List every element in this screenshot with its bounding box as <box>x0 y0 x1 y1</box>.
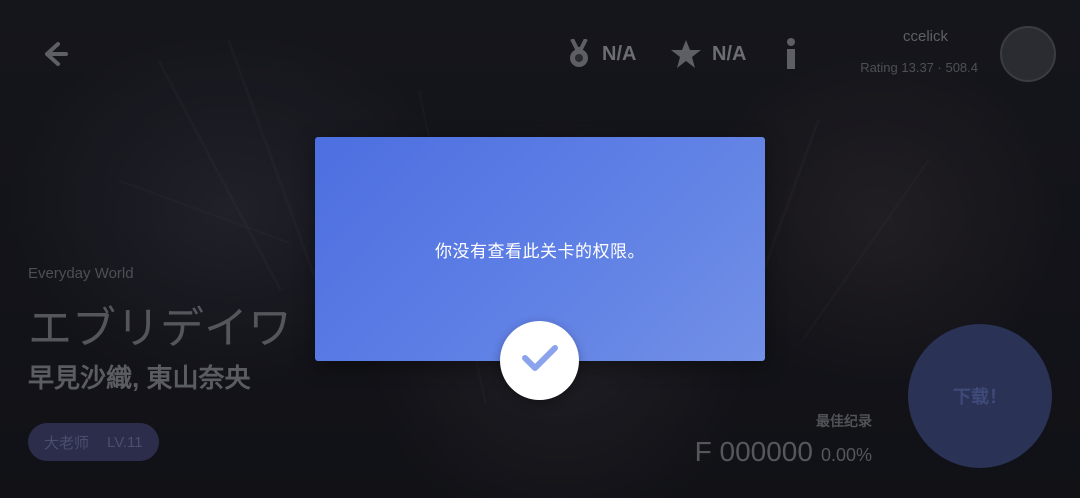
medal-icon <box>566 39 592 69</box>
score-value: F 000000 <box>694 436 813 467</box>
avatar-icon[interactable] <box>1000 26 1056 82</box>
confirm-button[interactable] <box>500 321 579 400</box>
medal-stat: N/A <box>566 39 637 69</box>
accuracy-value: 0.00% <box>820 445 872 465</box>
difficulty-badge[interactable]: 大老师 LV.11 <box>28 423 159 461</box>
best-record-score: F 000000 0.00% <box>695 436 872 468</box>
star-stat: N/A <box>670 40 746 68</box>
checkmark-icon <box>521 343 559 378</box>
best-record-label: 最佳纪录 <box>816 413 872 429</box>
dialog-message: 你没有查看此关卡的权限。 <box>435 242 645 261</box>
song-subtitle: Everyday World <box>28 265 134 282</box>
user-name: ccelick <box>902 28 948 45</box>
star-icon <box>670 39 702 69</box>
difficulty-name: 大老师 <box>44 434 90 452</box>
user-rating: Rating 13.37 · 508.4 <box>860 60 978 75</box>
info-icon[interactable] <box>784 38 798 69</box>
arrow-left-icon[interactable] <box>36 36 72 72</box>
download-label: 下载！ <box>953 387 1007 407</box>
song-title: エブリデイワ <box>28 304 292 353</box>
medal-value: N/A <box>602 42 637 65</box>
difficulty-level: LV.11 <box>107 433 143 451</box>
download-button[interactable]: 下载！ <box>908 324 1052 468</box>
star-value: N/A <box>712 42 747 65</box>
song-artist: 早見沙織, 東山奈央 <box>28 363 251 393</box>
